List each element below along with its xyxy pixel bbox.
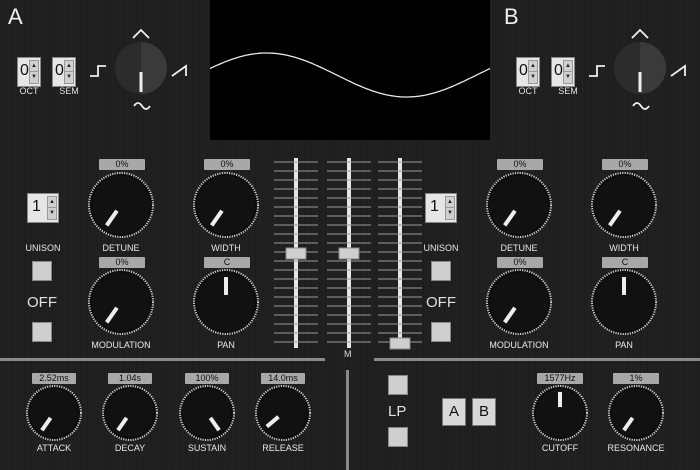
osc-b-waveform-selector[interactable] — [585, 22, 700, 118]
osc-b-oct-value: 0 — [519, 62, 528, 79]
osc-a-width-label: WIDTH — [211, 243, 241, 253]
osc-a-pan-value: C — [204, 257, 250, 268]
osc-a-off-label: OFF — [27, 294, 57, 311]
mixer-master-label: M — [344, 349, 352, 359]
osc-a-pan-knob[interactable] — [192, 268, 260, 336]
osc-b-sem-spinner[interactable]: 0 ▲ ▼ — [551, 57, 575, 87]
osc-a-sem-spinner[interactable]: 0 ▲ ▼ — [52, 57, 76, 87]
osc-a-unison-spinner[interactable]: 1 ▲ ▼ — [27, 193, 59, 223]
osc-b-toggle-bottom[interactable] — [431, 322, 451, 342]
sustain-knob[interactable] — [178, 384, 236, 442]
filter-type-down-button[interactable] — [388, 427, 408, 447]
osc-a-oct-spinner[interactable]: 0 ▲ ▼ — [17, 57, 41, 87]
filter-type-up-button[interactable] — [388, 375, 408, 395]
fader-osc-b[interactable] — [378, 158, 422, 350]
osc-a-toggle-bottom[interactable] — [32, 322, 52, 342]
attack-knob[interactable] — [25, 384, 83, 442]
resonance-knob[interactable] — [607, 384, 665, 442]
osc-a-oct-value: 0 — [20, 62, 29, 79]
osc-b-pan-label: PAN — [615, 340, 633, 350]
sustain-value: 100% — [185, 373, 229, 384]
osc-b-detune-label: DETUNE — [500, 243, 538, 253]
osc-b-modulation-label: MODULATION — [489, 340, 549, 350]
osc-a-modulation-value: 0% — [99, 257, 145, 268]
osc-b-oct-spinner[interactable]: 0 ▲ ▼ — [516, 57, 540, 87]
osc-a-waveform-selector[interactable] — [86, 22, 206, 118]
square-wave-icon — [589, 65, 605, 77]
attack-label: ATTACK — [36, 443, 72, 453]
osc-b-sem-label: SEM — [558, 86, 578, 96]
cutoff-knob[interactable] — [531, 384, 589, 442]
osc-a-unison-value: 1 — [32, 198, 41, 215]
osc-b-modulation-knob[interactable] — [485, 268, 553, 336]
resonance-value: 1% — [613, 373, 659, 384]
triangle-wave-icon — [132, 28, 150, 39]
decay-value: 1.04s — [108, 373, 152, 384]
filter-route-a-button[interactable]: A — [442, 398, 466, 426]
saw-wave-icon — [670, 64, 686, 77]
osc-b-unison-value: 1 — [430, 198, 439, 215]
filter-route-b-button[interactable]: B — [472, 398, 496, 426]
decay-knob[interactable] — [101, 384, 159, 442]
divider-right — [374, 358, 700, 361]
release-label: RELEASE — [262, 443, 304, 453]
osc-a-toggle-top[interactable] — [32, 261, 52, 281]
spin-down-icon[interactable]: ▼ — [47, 207, 57, 220]
osc-b-detune-value: 0% — [497, 159, 543, 170]
osc-a-modulation-knob[interactable] — [87, 268, 155, 336]
decay-label: DECAY — [114, 443, 146, 453]
release-value: 14.0ms — [261, 373, 305, 384]
osc-b-unison-label: UNISON — [423, 243, 459, 253]
square-wave-icon — [90, 65, 106, 77]
sine-wave-icon — [632, 102, 650, 110]
osc-a-detune-value: 0% — [99, 159, 145, 170]
fader-master[interactable] — [327, 158, 371, 348]
sustain-label: SUSTAIN — [187, 443, 227, 453]
osc-a-pan-label: PAN — [217, 340, 235, 350]
osc-b-sem-value: 0 — [554, 62, 563, 79]
osc-b-width-label: WIDTH — [609, 243, 639, 253]
mixer-faders — [274, 158, 422, 350]
spin-down-icon[interactable]: ▼ — [528, 71, 538, 84]
divider-left — [0, 358, 325, 361]
osc-a-oct-label: OCT — [19, 86, 39, 96]
osc-a-detune-knob[interactable] — [87, 171, 155, 239]
osc-a-sem-label: SEM — [59, 86, 79, 96]
spin-down-icon[interactable]: ▼ — [64, 71, 74, 84]
osc-b-pan-knob[interactable] — [590, 268, 658, 336]
release-knob[interactable] — [254, 384, 312, 442]
osc-b-width-value: 0% — [602, 159, 648, 170]
osc-b-detune-knob[interactable] — [485, 171, 553, 239]
spin-down-icon[interactable]: ▼ — [29, 71, 39, 84]
osc-b-unison-spinner[interactable]: 1 ▲ ▼ — [425, 193, 457, 223]
osc-a-sem-value: 0 — [55, 62, 64, 79]
osc-b-pan-value: C — [602, 257, 648, 268]
osc-b-off-label: OFF — [426, 294, 456, 311]
cutoff-label: CUTOFF — [541, 443, 579, 453]
triangle-wave-icon — [631, 28, 649, 39]
osc-b-toggle-top[interactable] — [431, 261, 451, 281]
osc-b-modulation-value: 0% — [497, 257, 543, 268]
divider-center — [346, 370, 349, 470]
spin-down-icon[interactable]: ▼ — [563, 71, 573, 84]
osc-b-oct-label: OCT — [518, 86, 538, 96]
filter-type-label: LP — [388, 403, 407, 420]
saw-wave-icon — [171, 64, 187, 77]
waveform-display — [210, 0, 490, 140]
resonance-label: RESONANCE — [607, 443, 665, 453]
osc-a-width-knob[interactable] — [192, 171, 260, 239]
spin-down-icon[interactable]: ▼ — [445, 207, 455, 220]
fader-osc-a[interactable] — [274, 158, 318, 348]
osc-b-width-knob[interactable] — [590, 171, 658, 239]
cutoff-value: 1577Hz — [537, 373, 583, 384]
osc-a-label: A — [8, 4, 23, 29]
osc-a-width-value: 0% — [204, 159, 250, 170]
attack-value: 2.52ms — [32, 373, 76, 384]
sine-wave-icon — [133, 102, 151, 110]
osc-a-modulation-label: MODULATION — [91, 340, 151, 350]
osc-b-label: B — [504, 4, 519, 29]
osc-a-detune-label: DETUNE — [102, 243, 140, 253]
osc-a-unison-label: UNISON — [25, 243, 61, 253]
